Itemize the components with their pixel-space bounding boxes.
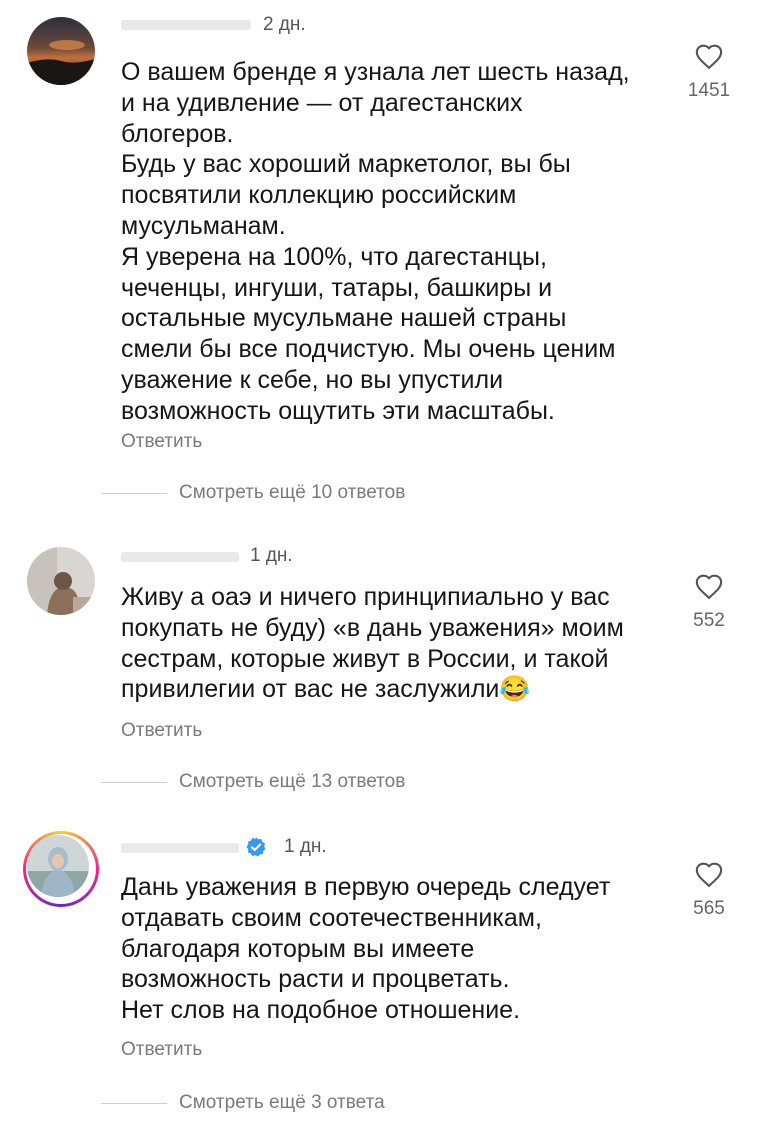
story-ring[interactable] bbox=[23, 831, 99, 907]
avatar[interactable] bbox=[27, 835, 89, 897]
divider-line bbox=[101, 782, 167, 783]
like-button[interactable]: 552 bbox=[679, 572, 739, 632]
username[interactable] bbox=[121, 552, 239, 562]
avatar[interactable] bbox=[27, 17, 95, 85]
comment-text: О вашем бренде я узнала лет шесть назад,… bbox=[121, 58, 630, 425]
like-button[interactable]: 1451 bbox=[679, 42, 739, 102]
comment-text: Живу а оаэ и ничего принципиально у вас … bbox=[121, 583, 624, 704]
username[interactable] bbox=[121, 20, 251, 30]
like-count: 552 bbox=[693, 610, 725, 631]
comment-time: 1 дн. bbox=[284, 836, 327, 857]
view-more-replies-button[interactable]: Смотреть ещё 3 ответа bbox=[179, 1092, 385, 1114]
reply-button[interactable]: Ответить bbox=[121, 720, 202, 742]
reply-button[interactable]: Ответить bbox=[121, 1039, 202, 1061]
like-count: 1451 bbox=[687, 80, 731, 101]
view-more-replies-button[interactable]: Смотреть ещё 13 ответов bbox=[179, 771, 405, 793]
heart-icon[interactable] bbox=[694, 572, 724, 600]
divider-line bbox=[101, 1103, 167, 1104]
like-button[interactable]: 565 bbox=[679, 860, 739, 920]
username[interactable] bbox=[121, 843, 239, 853]
view-more-replies-button[interactable]: Смотреть ещё 10 ответов bbox=[179, 482, 405, 504]
heart-icon[interactable] bbox=[694, 860, 724, 888]
verified-badge-icon bbox=[246, 837, 266, 857]
heart-icon[interactable] bbox=[694, 42, 724, 70]
comment-time: 1 дн. bbox=[250, 545, 293, 566]
avatar[interactable] bbox=[27, 547, 95, 615]
like-count: 565 bbox=[693, 898, 725, 919]
reply-button[interactable]: Ответить bbox=[121, 431, 202, 453]
comment-time: 2 дн. bbox=[263, 14, 306, 35]
divider-line bbox=[101, 493, 167, 494]
comment-text: Дань уважения в первую очередь следует о… bbox=[121, 873, 611, 1025]
